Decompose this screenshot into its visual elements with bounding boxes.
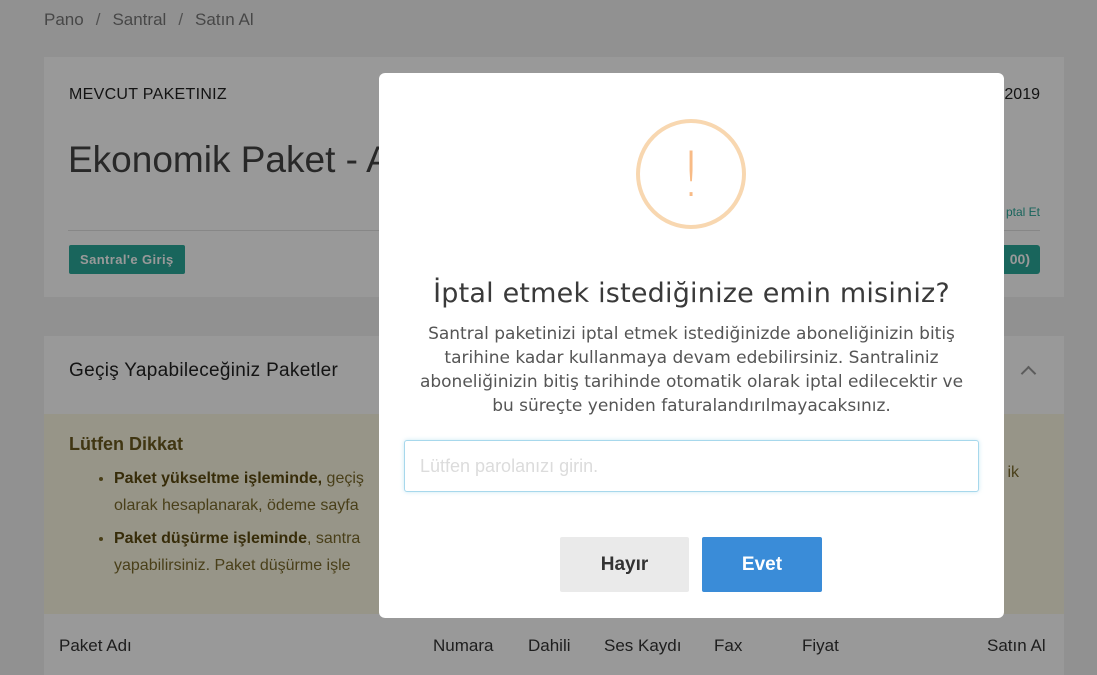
warning-icon: !: [636, 119, 746, 229]
dialog-message: Santral paketinizi iptal etmek istediğin…: [419, 324, 964, 416]
dialog-title: İptal etmek istediğinize emin misiniz?: [433, 278, 950, 309]
warning-exclamation-icon: !: [678, 138, 704, 211]
confirm-cancel-dialog: ! İptal etmek istediğinize emin misiniz?…: [379, 73, 1004, 618]
cancel-button[interactable]: Hayır: [560, 537, 689, 592]
password-input[interactable]: [404, 440, 979, 492]
confirm-button[interactable]: Evet: [702, 537, 822, 592]
